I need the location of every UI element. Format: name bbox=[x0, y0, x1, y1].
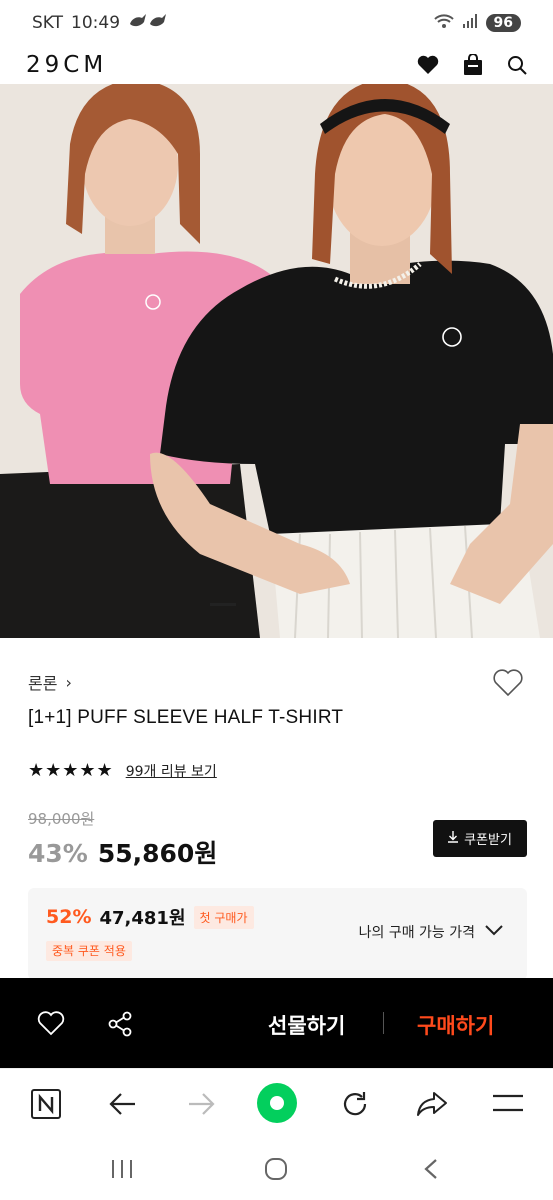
share-arrow-icon[interactable] bbox=[416, 1089, 448, 1123]
product-image-carousel[interactable] bbox=[0, 84, 553, 638]
brand-name: 론론 bbox=[28, 674, 58, 693]
carrier-label: SKT bbox=[32, 13, 64, 33]
battery-indicator: 96 bbox=[485, 14, 521, 32]
wishlist-heart-icon[interactable] bbox=[492, 668, 524, 702]
download-icon bbox=[448, 830, 459, 847]
wifi-icon bbox=[433, 13, 454, 34]
recent-apps-icon[interactable] bbox=[110, 1158, 134, 1184]
heart-filled-icon[interactable] bbox=[417, 55, 439, 75]
star-rating: ★★★★★ bbox=[28, 760, 114, 781]
app-logo[interactable]: 29CM bbox=[26, 52, 107, 78]
first-purchase-tag: 첫 구매가 bbox=[193, 905, 254, 929]
forward-arrow-icon[interactable] bbox=[186, 1089, 216, 1123]
app-header: 29CM bbox=[0, 46, 553, 84]
status-bar: SKT 10:49 96 bbox=[0, 0, 553, 46]
price-row: 43% 55,860원 bbox=[28, 834, 217, 870]
my-price-toggle[interactable]: 나의 구매 가능 가격 bbox=[359, 922, 503, 942]
back-arrow-icon[interactable] bbox=[108, 1089, 138, 1123]
coupon-button-label: 쿠폰받기 bbox=[464, 833, 512, 848]
home-icon[interactable] bbox=[264, 1158, 288, 1184]
system-back-icon[interactable] bbox=[422, 1158, 440, 1184]
rating-row: ★★★★★ 99개 리뷰 보기 bbox=[28, 760, 217, 781]
signal-icon bbox=[462, 13, 478, 34]
notification-icon bbox=[128, 12, 168, 35]
sale-price: 55,860원 bbox=[97, 839, 218, 868]
my-price-label: 나의 구매 가능 가격 bbox=[358, 925, 475, 941]
best-discount-rate: 52% bbox=[46, 906, 92, 928]
best-price-amount: 47,481원 bbox=[99, 908, 186, 929]
action-divider bbox=[383, 1012, 384, 1034]
coupon-applied-tag: 중복 쿠폰 적용 bbox=[46, 941, 132, 961]
green-dot-icon[interactable] bbox=[257, 1083, 297, 1127]
system-navigation-bar bbox=[0, 1138, 553, 1200]
review-link[interactable]: 99개 리뷰 보기 bbox=[126, 761, 217, 781]
chevron-down-icon bbox=[485, 924, 503, 940]
product-photo bbox=[0, 84, 553, 638]
product-title: [1+1] PUFF SLEEVE HALF T-SHIRT bbox=[28, 707, 344, 728]
search-icon[interactable] bbox=[507, 55, 527, 75]
original-price: 98,000원 bbox=[28, 810, 95, 828]
refresh-icon[interactable] bbox=[340, 1089, 370, 1123]
coupon-button[interactable]: 쿠폰받기 bbox=[433, 820, 527, 857]
discount-rate: 43% bbox=[28, 839, 88, 868]
buy-button[interactable]: 구매하기 bbox=[417, 1010, 494, 1040]
chevron-right-icon: › bbox=[65, 672, 72, 692]
naver-home-icon[interactable] bbox=[31, 1089, 61, 1123]
browser-toolbar bbox=[0, 1068, 553, 1138]
menu-icon[interactable] bbox=[492, 1093, 524, 1117]
brand-link[interactable]: 론론 › bbox=[28, 670, 72, 694]
gift-button[interactable]: 선물하기 bbox=[268, 1010, 345, 1040]
share-icon[interactable] bbox=[107, 1011, 133, 1041]
clock: 10:49 bbox=[71, 13, 121, 33]
heart-outline-icon[interactable] bbox=[37, 1011, 65, 1040]
carousel-indicator bbox=[210, 603, 236, 606]
shopping-bag-icon[interactable] bbox=[463, 54, 483, 76]
best-price-box[interactable]: 52% 47,481원 첫 구매가 중복 쿠폰 적용 나의 구매 가능 가격 bbox=[28, 888, 527, 980]
